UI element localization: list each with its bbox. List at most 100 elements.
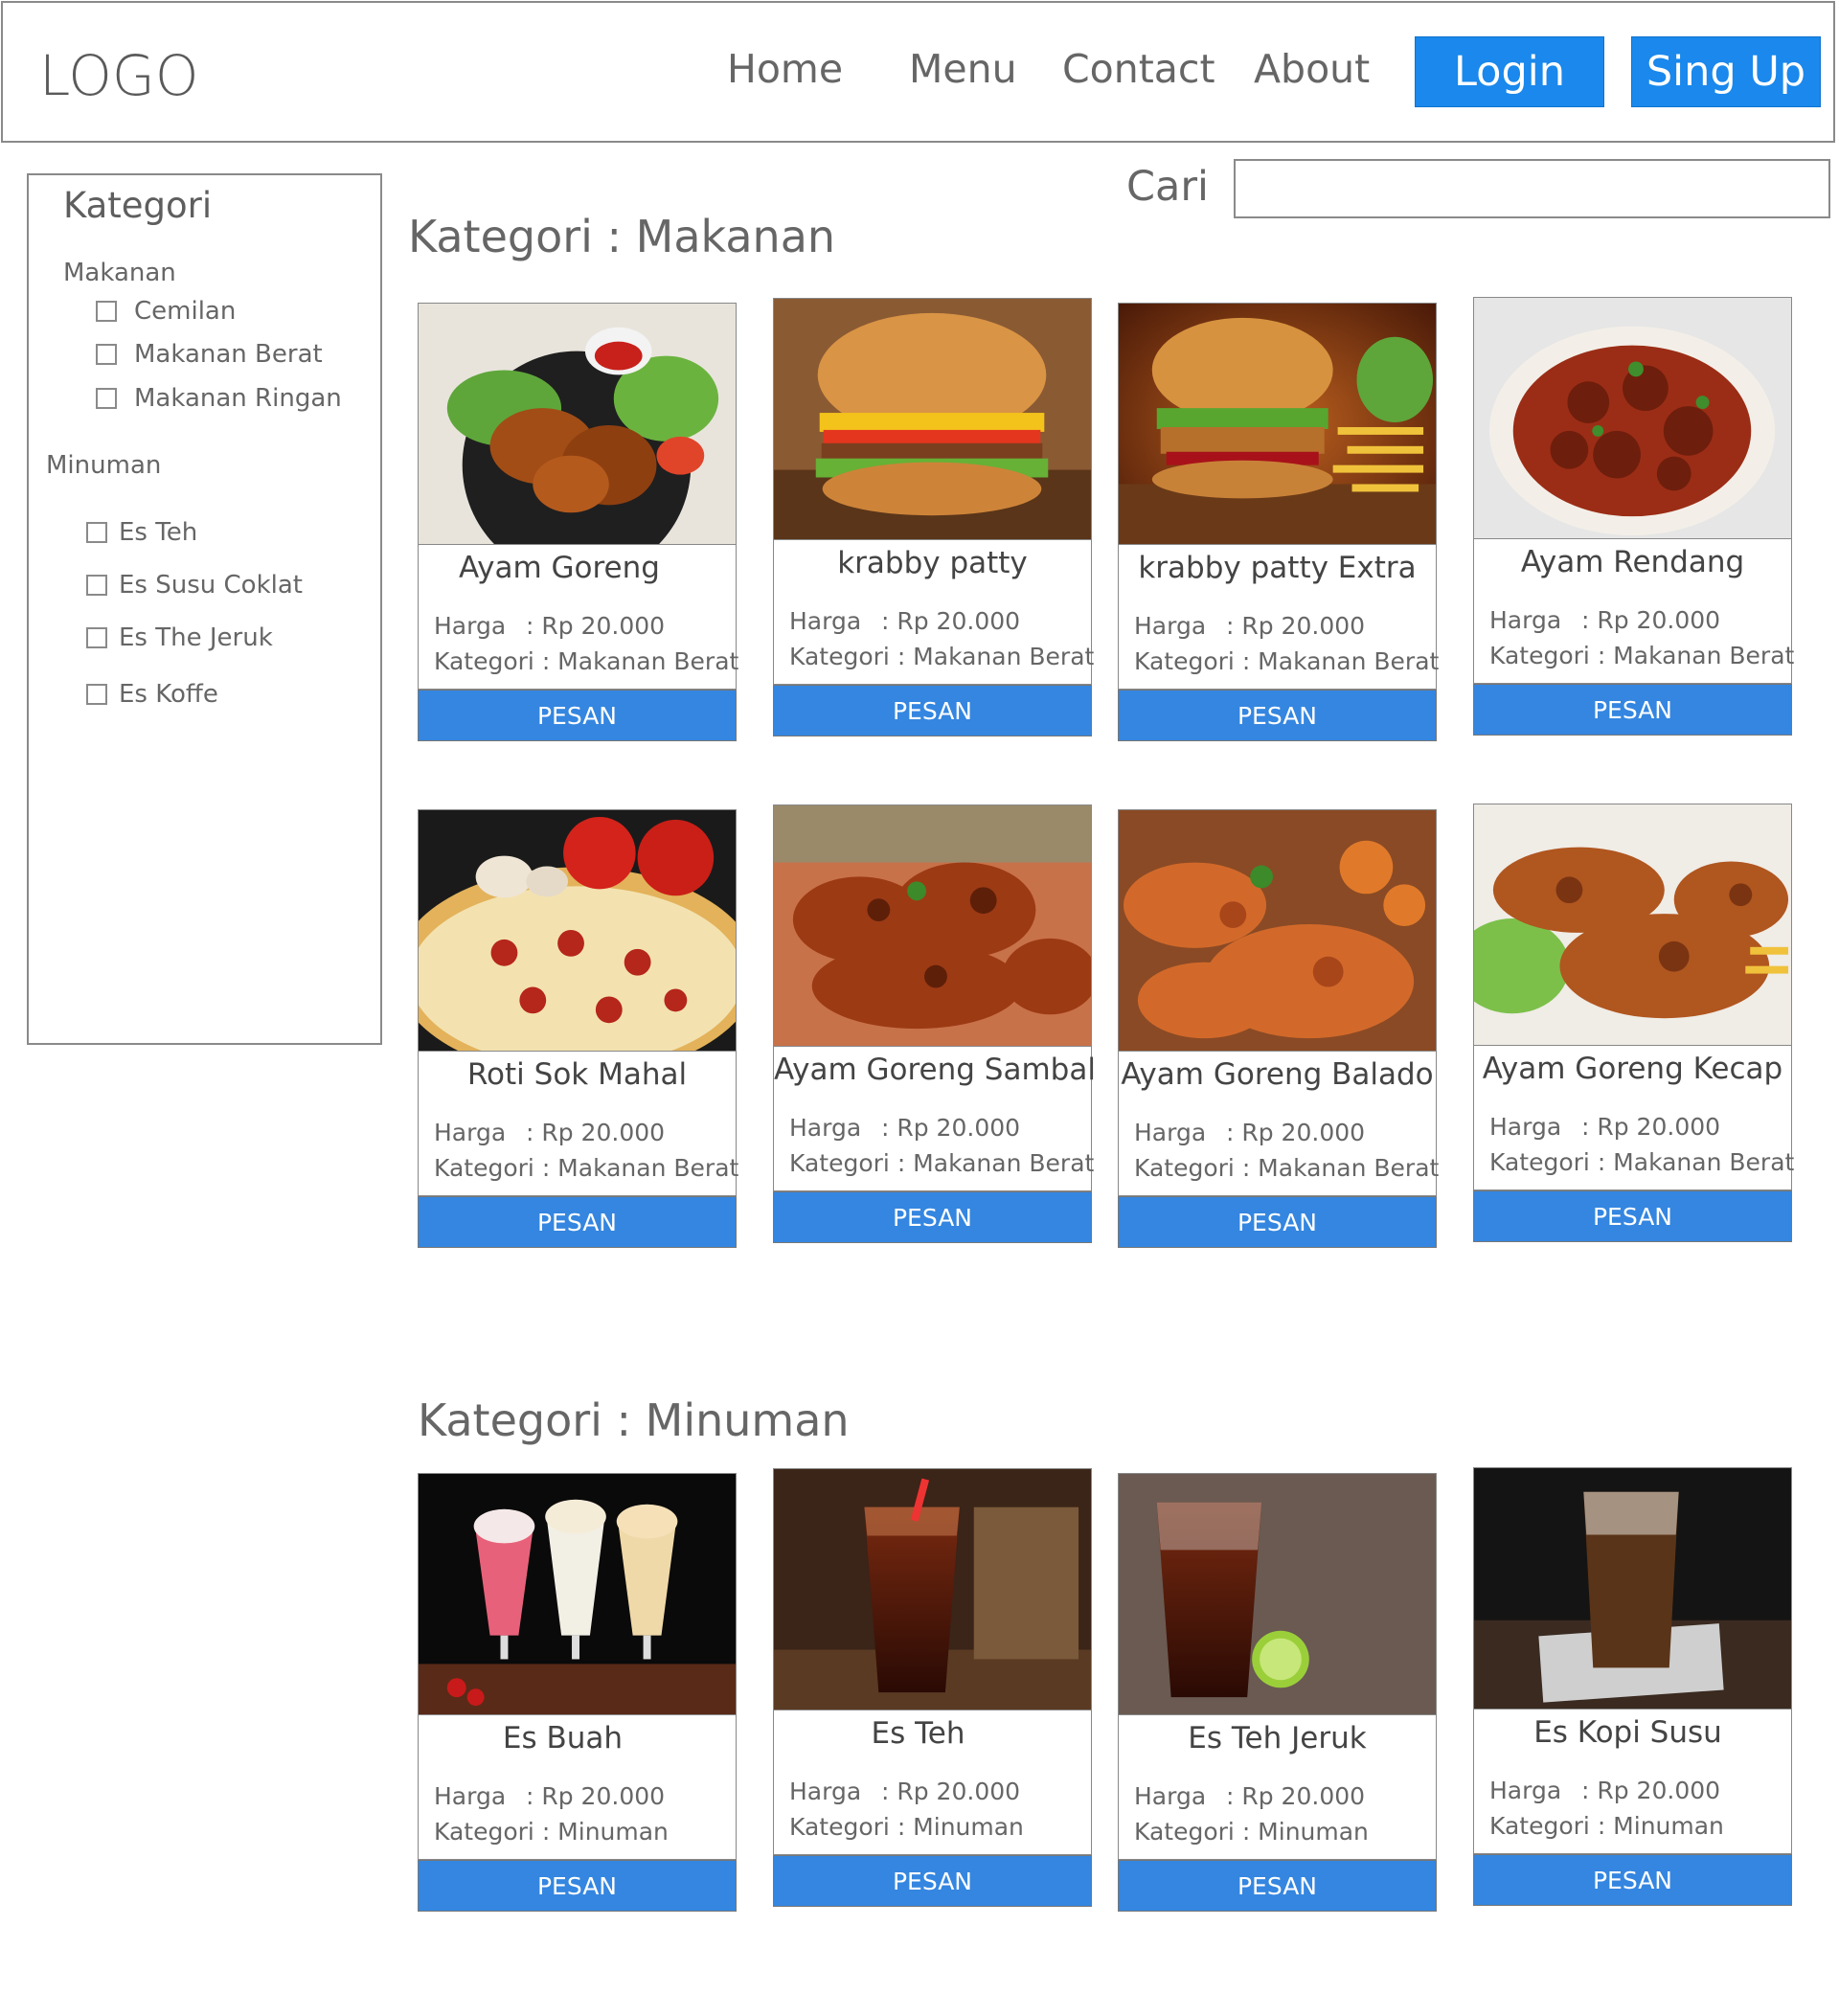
card-body: krabby patty Extra Harga: Rp 20.000 Kate… [1118,545,1440,690]
menu-card-es-teh-jeruk: Es Teh Jeruk Harga: Rp 20.000 Kategori :… [1118,1473,1437,1912]
burger-fries-photo [1118,303,1437,545]
nav-contact-link[interactable]: Contact [1062,46,1215,92]
checkbox[interactable] [96,344,117,365]
menu-card-ayam-goreng-sambal: Ayam Goreng Sambal Harga: Rp 20.000 Kate… [773,804,1096,1243]
card-body: Roti Sok Mahal Harga: Rp 20.000 Kategori… [418,1052,739,1196]
menu-card-es-buah: Es Buah Harga: Rp 20.000 Kategori : Minu… [418,1473,737,1912]
filter-label: Es Koffe [119,680,218,709]
item-name: Es Teh Jeruk [1188,1721,1367,1756]
nav-menu-link[interactable]: Menu [909,46,1017,92]
filter-es-susu-coklat[interactable]: Es Susu Coklat [86,571,303,600]
item-name: Ayam Goreng [459,551,660,585]
item-category: Kategori : Minuman [1134,1818,1369,1846]
item-name: Es Buah [502,1721,624,1756]
item-category: Kategori : Makanan Berat [434,647,739,675]
item-category: Kategori : Minuman [1489,1812,1724,1840]
iced-coffee-photo [1473,1467,1792,1710]
checkbox[interactable] [86,575,107,596]
logo[interactable]: LOGO [39,43,199,108]
item-category: Kategori : Makanan Berat [1489,1148,1795,1176]
filter-label: Es Teh [119,518,198,547]
checkbox[interactable] [86,522,107,543]
nav-home-link[interactable]: Home [727,46,843,92]
card-body: Ayam Goreng Harga: Rp 20.000 Kategori : … [418,545,739,690]
item-price: Harga: Rp 20.000 [434,612,666,640]
sidebar-group-minuman: Minuman [46,451,162,480]
item-price: Harga: Rp 20.000 [789,607,1021,635]
search-label: Cari [1126,163,1209,211]
item-price: Harga: Rp 20.000 [1489,1777,1721,1804]
top-header: LOGO Home Menu Contact About Login Sing … [1,1,1835,143]
menu-card-ayam-goreng-balado: Ayam Goreng Balado Harga: Rp 20.000 Kate… [1118,809,1440,1248]
menu-card-es-kopi-susu: Es Kopi Susu Harga: Rp 20.000 Kategori :… [1473,1467,1792,1906]
item-price: Harga: Rp 20.000 [434,1119,666,1146]
item-category: Kategori : Makanan Berat [1134,647,1440,675]
item-price: Harga: Rp 20.000 [434,1782,666,1810]
pesan-button[interactable]: PESAN [1473,1854,1792,1906]
menu-card-roti-sok-mahal: Roti Sok Mahal Harga: Rp 20.000 Kategori… [418,809,739,1248]
checkbox[interactable] [86,627,107,648]
card-body: Ayam Goreng Kecap Harga: Rp 20.000 Kateg… [1473,1046,1795,1190]
milkshakes-photo [418,1473,737,1715]
chicken-kecap-photo [1473,804,1792,1046]
section-title-makanan: Kategori : Makanan [408,211,836,262]
item-name: Ayam Goreng Sambal [774,1053,1096,1087]
filter-label: Es The Jeruk [119,623,273,652]
iced-tea-photo [773,1468,1092,1710]
menu-card-krabby-patty-extra: krabby patty Extra Harga: Rp 20.000 Kate… [1118,303,1440,741]
item-price: Harga: Rp 20.000 [1134,612,1366,640]
checkbox[interactable] [96,388,117,409]
filter-label: Cemilan [134,297,237,326]
chicken-rendang-photo [1473,297,1792,539]
item-price: Harga: Rp 20.000 [1134,1782,1366,1810]
pesan-button[interactable]: PESAN [1118,1196,1437,1248]
chicken-balado-photo [1118,809,1437,1052]
filter-makanan-ringan[interactable]: Makanan Ringan [96,384,342,413]
pesan-button[interactable]: PESAN [1473,684,1792,736]
item-category: Kategori : Makanan Berat [789,1149,1095,1177]
nav-about-link[interactable]: About [1254,46,1370,92]
item-category: Kategori : Minuman [789,1813,1024,1841]
item-price: Harga: Rp 20.000 [1134,1119,1366,1146]
item-name: Es Teh [871,1716,965,1751]
filter-cemilan[interactable]: Cemilan [96,297,236,326]
pesan-button[interactable]: PESAN [1118,690,1437,741]
pesan-button[interactable]: PESAN [418,1860,737,1912]
filter-label: Makanan Berat [134,340,323,369]
filter-label: Es Susu Coklat [119,571,303,600]
signup-button[interactable]: Sing Up [1631,36,1821,107]
filter-es-the-jeruk[interactable]: Es The Jeruk [86,623,273,652]
pesan-button[interactable]: PESAN [773,1191,1092,1243]
item-price: Harga: Rp 20.000 [1489,606,1721,634]
login-button[interactable]: Login [1415,36,1604,107]
item-category: Kategori : Makanan Berat [1134,1154,1440,1182]
menu-card-ayam-goreng: Ayam Goreng Harga: Rp 20.000 Kategori : … [418,303,739,741]
search-input[interactable] [1234,159,1830,218]
pesan-button[interactable]: PESAN [1473,1190,1792,1242]
item-name: Roti Sok Mahal [466,1057,688,1092]
pesan-button[interactable]: PESAN [773,1855,1092,1907]
category-sidebar: Kategori Makanan Cemilan Makanan Berat M… [27,173,382,1045]
burger-photo [773,298,1092,540]
pesan-button[interactable]: PESAN [1118,1860,1437,1912]
pesan-button[interactable]: PESAN [773,685,1092,736]
pesan-button[interactable]: PESAN [418,1196,737,1248]
item-category: Kategori : Makanan Berat [434,1154,739,1182]
checkbox[interactable] [86,684,107,705]
filter-es-koffe[interactable]: Es Koffe [86,680,218,709]
item-category: Kategori : Minuman [434,1818,669,1846]
card-body: Es Teh Harga: Rp 20.000 Kategori : Minum… [773,1710,1092,1855]
card-body: Ayam Goreng Balado Harga: Rp 20.000 Kate… [1118,1052,1440,1196]
sidebar-title: Kategori [63,185,213,226]
item-name: krabby patty [837,546,1028,580]
card-body: Es Buah Harga: Rp 20.000 Kategori : Minu… [418,1715,737,1860]
section-title-minuman: Kategori : Minuman [418,1394,850,1446]
filter-es-teh[interactable]: Es Teh [86,518,197,547]
pesan-button[interactable]: PESAN [418,690,737,741]
item-name: Es Kopi Susu [1533,1715,1722,1750]
iced-tea-lime-photo [1118,1473,1437,1715]
item-price: Harga: Rp 20.000 [1489,1113,1721,1141]
checkbox[interactable] [96,301,117,322]
card-body: krabby patty Harga: Rp 20.000 Kategori :… [773,540,1094,685]
filter-makanan-berat[interactable]: Makanan Berat [96,340,323,369]
